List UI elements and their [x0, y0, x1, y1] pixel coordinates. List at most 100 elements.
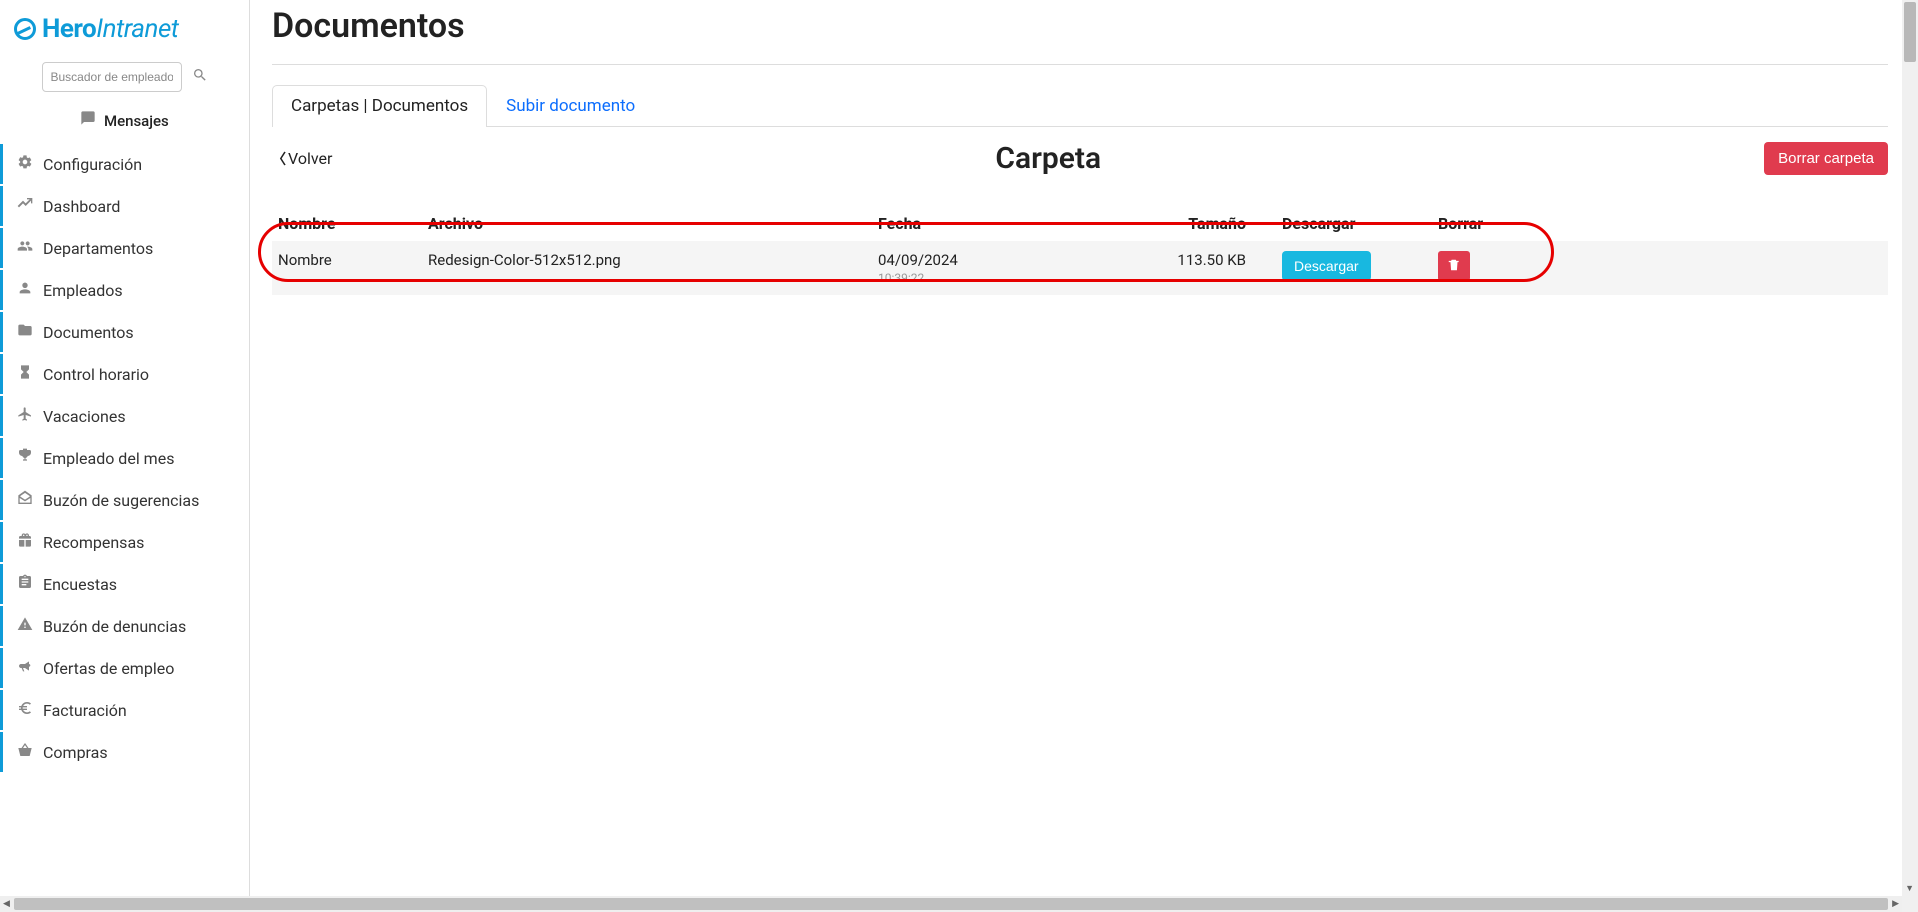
logo-text: HeroIntranet: [42, 14, 179, 44]
th-archivo: Archivo: [422, 206, 872, 241]
sidebar-item-empleados[interactable]: Empleados: [0, 270, 249, 310]
trash-icon: [1447, 258, 1461, 275]
sidebar-item-label: Empleado del mes: [43, 449, 174, 468]
plane-icon: [15, 406, 35, 426]
sidebar-item-configuracion[interactable]: Configuración: [0, 144, 249, 184]
sidebar-item-ofertas[interactable]: Ofertas de empleo: [0, 648, 249, 688]
gear-icon: [15, 154, 35, 174]
folder-header: 〈 Volver Carpeta Borrar carpeta: [272, 141, 1888, 176]
sidebar-item-label: Configuración: [43, 155, 142, 174]
scroll-left-arrow[interactable]: ◀: [3, 899, 10, 909]
main-content: Documentos Carpetas | Documentos Subir d…: [250, 0, 1918, 912]
sidebar-item-label: Compras: [43, 743, 108, 762]
sidebar-item-label: Buzón de denuncias: [43, 617, 186, 636]
cell-nombre: Nombre: [272, 241, 422, 295]
sidebar-item-label: Empleados: [43, 281, 123, 300]
tab-label: Subir documento: [506, 96, 635, 116]
sidebar-item-label: Ofertas de empleo: [43, 659, 174, 678]
tab-subir[interactable]: Subir documento: [487, 85, 654, 126]
cell-fecha: 04/09/2024 10:39:22: [872, 241, 1152, 295]
sidebar-item-label: Buzón de sugerencias: [43, 491, 199, 510]
search-button[interactable]: [192, 67, 208, 88]
sidebar-item-recompensas[interactable]: Recompensas: [0, 522, 249, 562]
sidebar-item-facturacion[interactable]: Facturación: [0, 690, 249, 730]
logo[interactable]: HeroIntranet: [0, 8, 249, 54]
delete-button[interactable]: [1438, 251, 1470, 281]
horizontal-scrollbar-thumb[interactable]: [14, 898, 1888, 910]
table-row: Nombre Redesign-Color-512x512.png 04/09/…: [272, 241, 1888, 295]
th-descargar: Descargar: [1252, 206, 1432, 241]
documents-table: Nombre Archivo Fecha Tamaño Descargar Bo…: [272, 206, 1888, 295]
sidebar-item-label: Encuestas: [43, 575, 117, 594]
basket-icon: [15, 742, 35, 762]
cell-archivo: Redesign-Color-512x512.png: [422, 241, 872, 295]
horizontal-scrollbar[interactable]: ◀ ▶: [0, 896, 1902, 912]
sidebar-item-label: Departamentos: [43, 239, 153, 258]
tab-carpetas[interactable]: Carpetas | Documentos: [272, 85, 487, 127]
logo-icon: [14, 18, 36, 40]
cell-tamano: 113.50 KB: [1152, 241, 1252, 295]
sidebar-item-vacaciones[interactable]: Vacaciones: [0, 396, 249, 436]
cell-descargar: Descargar: [1252, 241, 1432, 295]
sidebar-item-sugerencias[interactable]: Buzón de sugerencias: [0, 480, 249, 520]
sidebar-item-label: Documentos: [43, 323, 134, 342]
warning-icon: [15, 616, 35, 636]
euro-icon: [15, 700, 35, 720]
sidebar-item-compras[interactable]: Compras: [0, 732, 249, 772]
vertical-scrollbar-thumb[interactable]: [1904, 2, 1916, 62]
scroll-down-arrow[interactable]: ▼: [1905, 883, 1914, 894]
cell-fecha-date: 04/09/2024: [878, 251, 958, 269]
nav: Configuración Dashboard Departamentos Em…: [0, 144, 249, 774]
vertical-scrollbar[interactable]: ▲ ▼: [1902, 0, 1918, 912]
trophy-icon: [15, 448, 35, 468]
envelope-open-icon: [15, 490, 35, 510]
sidebar-item-denuncias[interactable]: Buzón de denuncias: [0, 606, 249, 646]
sidebar-item-label: Vacaciones: [43, 407, 126, 426]
sidebar-item-label: Recompensas: [43, 533, 144, 552]
tabs: Carpetas | Documentos Subir documento: [272, 85, 1888, 127]
chevron-left-icon: 〈: [272, 149, 286, 169]
search-input[interactable]: [42, 62, 182, 92]
back-link[interactable]: 〈 Volver: [272, 149, 332, 169]
cell-fecha-time: 10:39:22: [878, 271, 1146, 285]
scroll-right-arrow[interactable]: ▶: [1892, 899, 1899, 909]
messages-link[interactable]: Mensajes: [0, 100, 249, 144]
tab-label: Carpetas | Documentos: [291, 96, 468, 116]
sidebar-item-label: Control horario: [43, 365, 149, 384]
download-button[interactable]: Descargar: [1282, 251, 1371, 281]
th-fecha: Fecha: [872, 206, 1152, 241]
sidebar-item-documentos[interactable]: Documentos: [0, 312, 249, 352]
bullhorn-icon: [15, 658, 35, 678]
folder-title: Carpeta: [332, 141, 1764, 176]
logo-hero: Hero: [42, 14, 96, 44]
sidebar-item-label: Dashboard: [43, 197, 120, 216]
back-label: Volver: [288, 149, 332, 168]
cell-borrar: [1432, 241, 1888, 295]
messages-label: Mensajes: [104, 112, 169, 130]
th-tamano: Tamaño: [1152, 206, 1252, 241]
sidebar-item-control-horario[interactable]: Control horario: [0, 354, 249, 394]
sidebar-item-departamentos[interactable]: Departamentos: [0, 228, 249, 268]
sidebar-item-empleado-mes[interactable]: Empleado del mes: [0, 438, 249, 478]
sidebar-item-dashboard[interactable]: Dashboard: [0, 186, 249, 226]
person-icon: [15, 280, 35, 300]
th-borrar: Borrar: [1432, 206, 1888, 241]
delete-folder-button[interactable]: Borrar carpeta: [1764, 142, 1888, 175]
clipboard-icon: [15, 574, 35, 594]
chart-icon: [15, 196, 35, 216]
users-icon: [15, 238, 35, 258]
page-title: Documentos: [272, 6, 1888, 65]
hourglass-icon: [15, 364, 35, 384]
sidebar-item-encuestas[interactable]: Encuestas: [0, 564, 249, 604]
messages-icon: [80, 112, 100, 130]
logo-intranet: Intranet: [96, 14, 178, 44]
gift-icon: [15, 532, 35, 552]
folder-icon: [15, 322, 35, 342]
search-row: [0, 54, 249, 100]
th-nombre: Nombre: [272, 206, 422, 241]
sidebar-item-label: Facturación: [43, 701, 127, 720]
search-icon: [192, 70, 208, 87]
table-header-row: Nombre Archivo Fecha Tamaño Descargar Bo…: [272, 206, 1888, 241]
sidebar: HeroIntranet Mensajes Configuración: [0, 0, 250, 912]
delete-folder-label: Borrar carpeta: [1778, 150, 1874, 167]
